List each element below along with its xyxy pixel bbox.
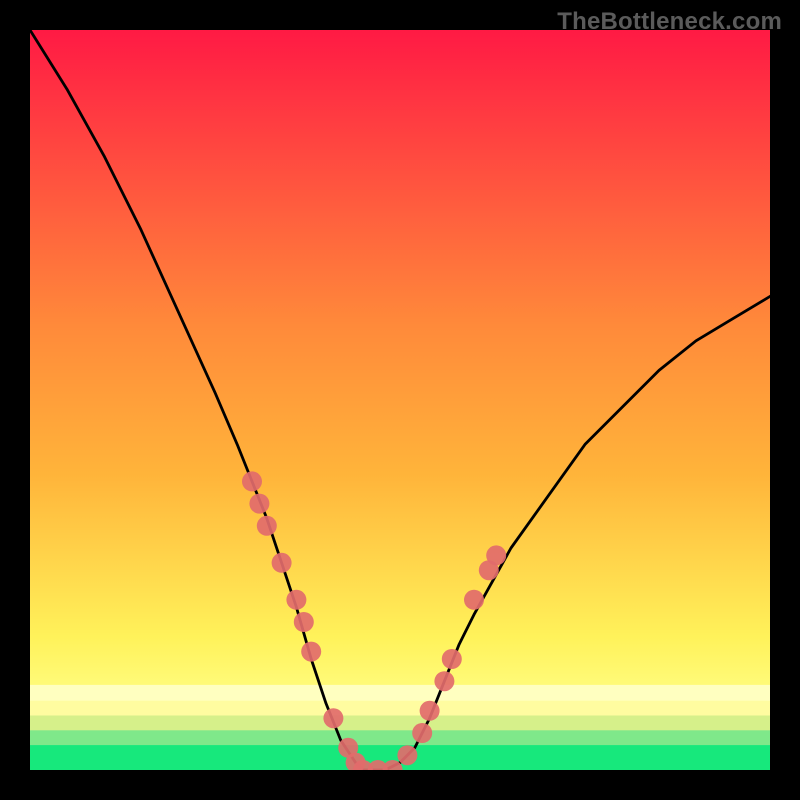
data-marker [434,671,454,691]
data-marker [442,649,462,669]
quality-band [30,700,770,716]
data-marker [464,590,484,610]
plot-area [30,30,770,770]
data-marker [272,553,292,573]
data-marker [286,590,306,610]
data-marker [242,471,262,491]
data-marker [323,708,343,728]
quality-band [30,729,770,745]
data-marker [294,612,314,632]
watermark-text: TheBottleneck.com [557,8,782,36]
chart-frame: TheBottleneck.com [0,0,800,800]
data-marker [257,516,277,536]
data-marker [412,723,432,743]
data-marker [301,642,321,662]
chart-svg [30,30,770,770]
quality-band [30,715,770,731]
data-marker [420,701,440,721]
quality-band [30,685,770,701]
data-marker [486,545,506,565]
gradient-bg [30,30,770,770]
data-marker [249,494,269,514]
data-marker [397,745,417,765]
